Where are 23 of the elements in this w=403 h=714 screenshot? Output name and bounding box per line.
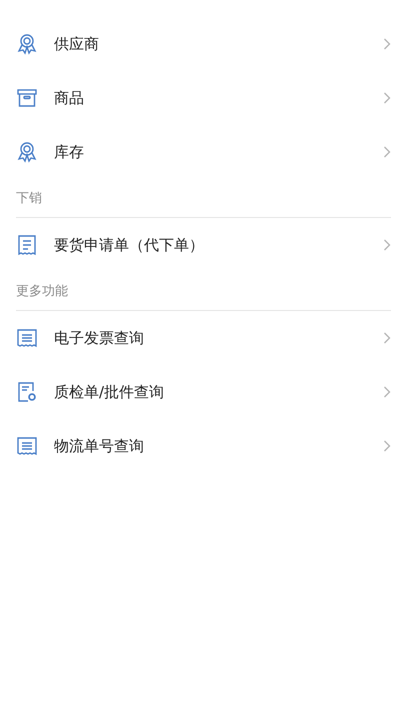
chevron-icon: [383, 332, 391, 344]
chevron-icon: [383, 38, 391, 50]
receipt-icon: [16, 234, 38, 256]
chevron-icon: [383, 146, 391, 158]
document-badge-icon: [16, 381, 38, 403]
document-icon: [16, 327, 38, 349]
menu-item[interactable]: 物流单号查询: [54, 436, 383, 456]
chevron-icon: [383, 386, 391, 398]
menu-item[interactable]: 供应商: [54, 34, 383, 54]
menu-item[interactable]: 要货申请单（代下单）: [54, 236, 383, 254]
menu-item[interactable]: 库存: [54, 142, 383, 162]
menu-item[interactable]: 电子发票查询: [54, 328, 383, 348]
document-icon: [16, 435, 38, 457]
chevron-icon: [383, 92, 391, 104]
menu-item[interactable]: 商品: [54, 88, 383, 108]
award-icon: [16, 141, 38, 163]
section-heading: 下销: [16, 190, 42, 207]
award-icon: [16, 33, 38, 55]
menu-item[interactable]: 质检单/批件查询: [54, 382, 383, 402]
chevron-icon: [383, 239, 391, 251]
chevron-icon: [383, 440, 391, 452]
box-icon: [16, 87, 38, 109]
section-heading: 更多功能: [16, 283, 68, 300]
